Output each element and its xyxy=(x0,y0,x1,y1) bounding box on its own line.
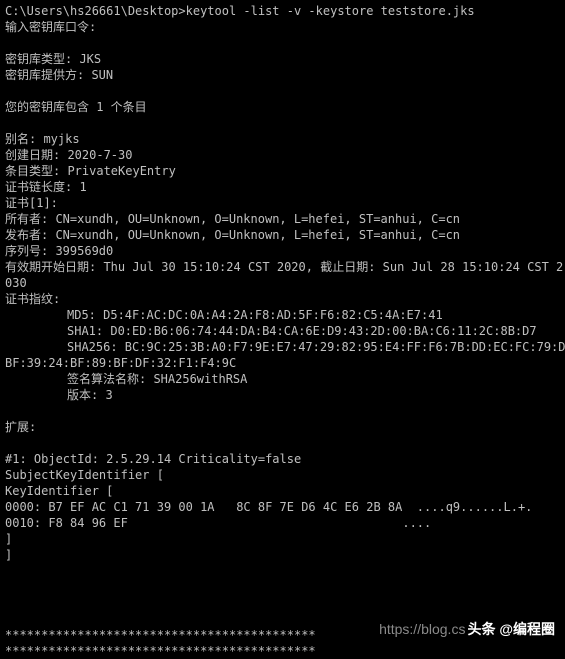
extension-1-line: #1: ObjectId: 2.5.29.14 Criticality=fals… xyxy=(5,452,302,466)
bracket-close-line: ] xyxy=(5,532,13,546)
issuer-line: 发布者: CN=xundh, OU=Unknown, O=Unknown, L=… xyxy=(5,228,461,242)
owner-line: 所有者: CN=xundh, OU=Unknown, O=Unknown, L=… xyxy=(5,212,461,226)
version-line: 版本: 3 xyxy=(67,388,113,402)
watermark-brand: 头条 @编程圈 xyxy=(467,621,555,637)
cert-index-line: 证书[1]: xyxy=(5,196,58,210)
keystore-type-line: 密钥库类型: JKS xyxy=(5,52,102,66)
command-prompt-line: C:\Users\hs26661\Desktop>keytool -list -… xyxy=(5,4,475,18)
sha256-line: SHA256: BC:9C:25:3B:A0:F7:9E:E7:47:29:82… xyxy=(67,340,565,354)
keystore-provider-line: 密钥库提供方: SUN xyxy=(5,68,114,82)
serial-line: 序列号: 399569d0 xyxy=(5,244,114,258)
separator-stars-line: ****************************************… xyxy=(5,644,316,658)
hex-dump-line: 0010: F8 84 96 EF .... xyxy=(5,516,432,530)
watermark: https://blog.cs 头条 @编程圈 xyxy=(379,619,555,639)
password-prompt-line: 输入密钥库口令: xyxy=(5,20,97,34)
entry-type-line: 条目类型: PrivateKeyEntry xyxy=(5,164,176,178)
md5-line: MD5: D5:4F:AC:DC:0A:A4:2A:F8:AD:5F:F6:82… xyxy=(67,308,443,322)
signature-algorithm-line: 签名算法名称: SHA256withRSA xyxy=(67,372,248,386)
sha256-continuation-line: BF:39:24:BF:89:BF:DF:32:F1:F4:9C xyxy=(5,356,237,370)
bracket-close-line: ] xyxy=(5,548,13,562)
console-output: C:\Users\hs26661\Desktop>keytool -list -… xyxy=(5,3,565,658)
alias-line: 别名: myjks xyxy=(5,132,80,146)
creation-date-line: 创建日期: 2020-7-30 xyxy=(5,148,133,162)
chain-length-line: 证书链长度: 1 xyxy=(5,180,87,194)
fingerprints-header-line: 证书指纹: xyxy=(5,292,61,306)
subject-key-identifier-line: SubjectKeyIdentifier [ xyxy=(5,468,164,482)
extensions-header-line: 扩展: xyxy=(5,420,37,434)
sha1-line: SHA1: D0:ED:B6:06:74:44:DA:B4:CA:6E:D9:4… xyxy=(67,324,537,338)
entry-count-line: 您的密钥库包含 1 个条目 xyxy=(5,100,147,114)
validity-line: 有效期开始日期: Thu Jul 30 15:10:24 CST 2020, 截… xyxy=(5,260,564,290)
key-identifier-line: KeyIdentifier [ xyxy=(5,484,114,498)
watermark-url: https://blog.cs xyxy=(379,621,466,637)
hex-dump-line: 0000: B7 EF AC C1 71 39 00 1A 8C 8F 7E D… xyxy=(5,500,533,514)
